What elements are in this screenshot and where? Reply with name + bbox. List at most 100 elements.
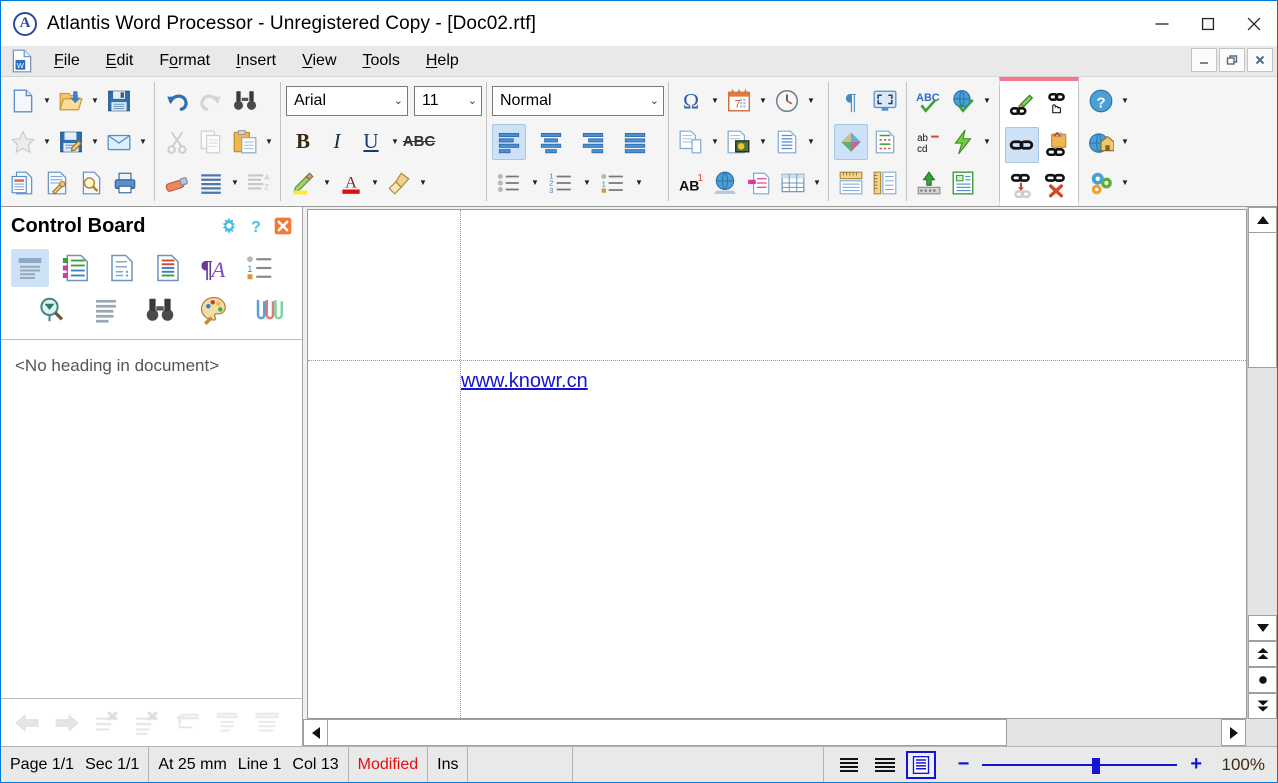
save-as-dropdown[interactable] [88,124,102,160]
insert-symbol-button[interactable]: Ω [674,83,708,119]
vertical-ruler-button[interactable] [868,165,902,201]
favorites-dropdown[interactable] [40,124,54,160]
find-pane-button[interactable] [33,291,71,329]
document-setup-button[interactable] [40,165,74,201]
insert-time-button[interactable] [770,83,804,119]
menu-item-insert[interactable]: Insert [223,48,289,74]
draft-view-button[interactable] [870,751,900,779]
paste-dropdown[interactable] [262,124,276,160]
menu-item-tools[interactable]: Tools [350,48,413,74]
new-document-dropdown[interactable] [40,83,54,119]
edit-hyperlink-button[interactable] [1005,86,1039,122]
spell-check-button[interactable]: ABC [912,83,946,119]
word-count-button[interactable] [946,165,980,201]
status-extra-cell-1[interactable] [468,747,574,782]
horizontal-scroll-track[interactable] [328,719,1221,746]
lines-pane-button[interactable] [87,291,125,329]
redo-button[interactable] [194,83,228,119]
menu-item-edit[interactable]: Edit [93,48,147,74]
highlight-button[interactable] [286,165,320,201]
select-hyperlink-button[interactable] [1005,127,1039,163]
font-color-button[interactable]: A [334,165,368,201]
expand-heading-button[interactable] [249,705,285,741]
menu-item-help[interactable]: Help [413,48,472,74]
mdi-close-button[interactable] [1247,48,1273,72]
zoom-slider-thumb[interactable] [1092,757,1101,774]
status-position-cell[interactable]: At 25 mm Line 1 Col 13 [149,747,349,782]
full-screen-button[interactable] [868,83,902,119]
revisions-button[interactable] [868,124,902,160]
next-page-button[interactable] [1248,693,1277,719]
paragraph-lines-dropdown[interactable] [228,165,242,201]
insert-table-dropdown[interactable] [810,165,824,201]
keyboard-shortcut-button[interactable] [912,165,946,201]
align-left-button[interactable] [492,123,526,160]
align-justify-button[interactable] [618,124,652,160]
insert-picture-dropdown[interactable] [756,124,770,160]
multilevel-list-dropdown[interactable] [632,165,646,201]
menu-item-view[interactable]: View [289,48,349,74]
ruler-button[interactable] [834,165,868,201]
status-page-cell[interactable]: Page 1/1 Sec 1/1 [1,747,150,782]
control-board-settings-button[interactable] [218,215,240,237]
help-button[interactable]: ? [1084,83,1118,119]
sort-button[interactable]: AZ [242,165,276,201]
paragraph-style-combo[interactable]: Normal ⌄ [492,85,664,116]
home-page-button[interactable] [1084,124,1118,160]
scroll-down-button[interactable] [1248,615,1277,641]
format-painter-button[interactable] [382,165,416,201]
maximize-button[interactable] [1185,1,1231,46]
document-pane-button[interactable] [103,249,141,287]
multilevel-list-button[interactable]: 1 [596,165,630,201]
format-painter-dropdown[interactable] [416,165,430,201]
options-dropdown[interactable] [1118,165,1132,201]
scroll-up-button[interactable] [1248,207,1277,233]
underline-button[interactable]: U [354,124,388,160]
font-size-combo[interactable]: 11 ⌄ [414,85,482,116]
insert-text-box-button[interactable] [770,124,804,160]
options-button[interactable] [1084,165,1118,201]
remove-hyperlink-button[interactable] [1039,168,1073,204]
control-board-help-button[interactable]: ? [245,215,267,237]
zoom-in-button[interactable]: + [1190,753,1202,776]
insert-footnote-button[interactable]: AB 1 [674,165,708,201]
select-browse-object-button[interactable] [1248,667,1277,693]
bullet-list-dropdown[interactable] [528,165,542,201]
paste-as-hyperlink-button[interactable] [1039,127,1073,163]
power-type-dropdown[interactable] [980,124,994,160]
font-name-combo[interactable]: Arial ⌄ [286,85,408,116]
translate-dropdown[interactable] [980,83,994,119]
help-dropdown[interactable] [1118,83,1132,119]
strikethrough-button[interactable]: ABC [402,124,436,160]
document-hyperlink[interactable]: www.knowr.cn [461,370,588,393]
highlight-dropdown[interactable] [320,165,334,201]
previous-page-button[interactable] [1248,641,1277,667]
menu-item-file[interactable]: File [41,48,93,74]
insert-date-dropdown[interactable] [756,83,770,119]
horizontal-scrollbar[interactable] [303,719,1277,746]
revision-pane-button[interactable] [149,249,187,287]
print-preview-button[interactable] [74,165,108,201]
paragraph-lines-button[interactable] [194,165,228,201]
mdi-minimize-button[interactable] [1191,48,1217,72]
hyperlink-target-button[interactable] [1005,168,1039,204]
page-layout-button[interactable] [834,123,868,160]
open-document-dropdown[interactable] [88,83,102,119]
bold-button[interactable]: B [286,124,320,160]
italic-button[interactable]: I [320,124,354,160]
insert-text-box-dropdown[interactable] [804,124,818,160]
align-right-button[interactable] [576,124,610,160]
numbered-list-dropdown[interactable] [580,165,594,201]
delete-all-headings-button[interactable] [129,705,165,741]
zoom-slider[interactable] [982,757,1178,774]
status-modified-cell[interactable]: Modified [349,747,429,782]
send-mail-button[interactable] [102,124,136,160]
print-button[interactable] [108,165,142,201]
page-view-button[interactable] [905,750,936,779]
scroll-left-button[interactable] [303,719,328,746]
send-mail-dropdown[interactable] [136,124,150,160]
horizontal-scroll-thumb[interactable] [328,719,1007,746]
styles-pane-button[interactable] [57,249,95,287]
delete-heading-button[interactable] [89,705,125,741]
close-button[interactable] [1231,1,1277,46]
